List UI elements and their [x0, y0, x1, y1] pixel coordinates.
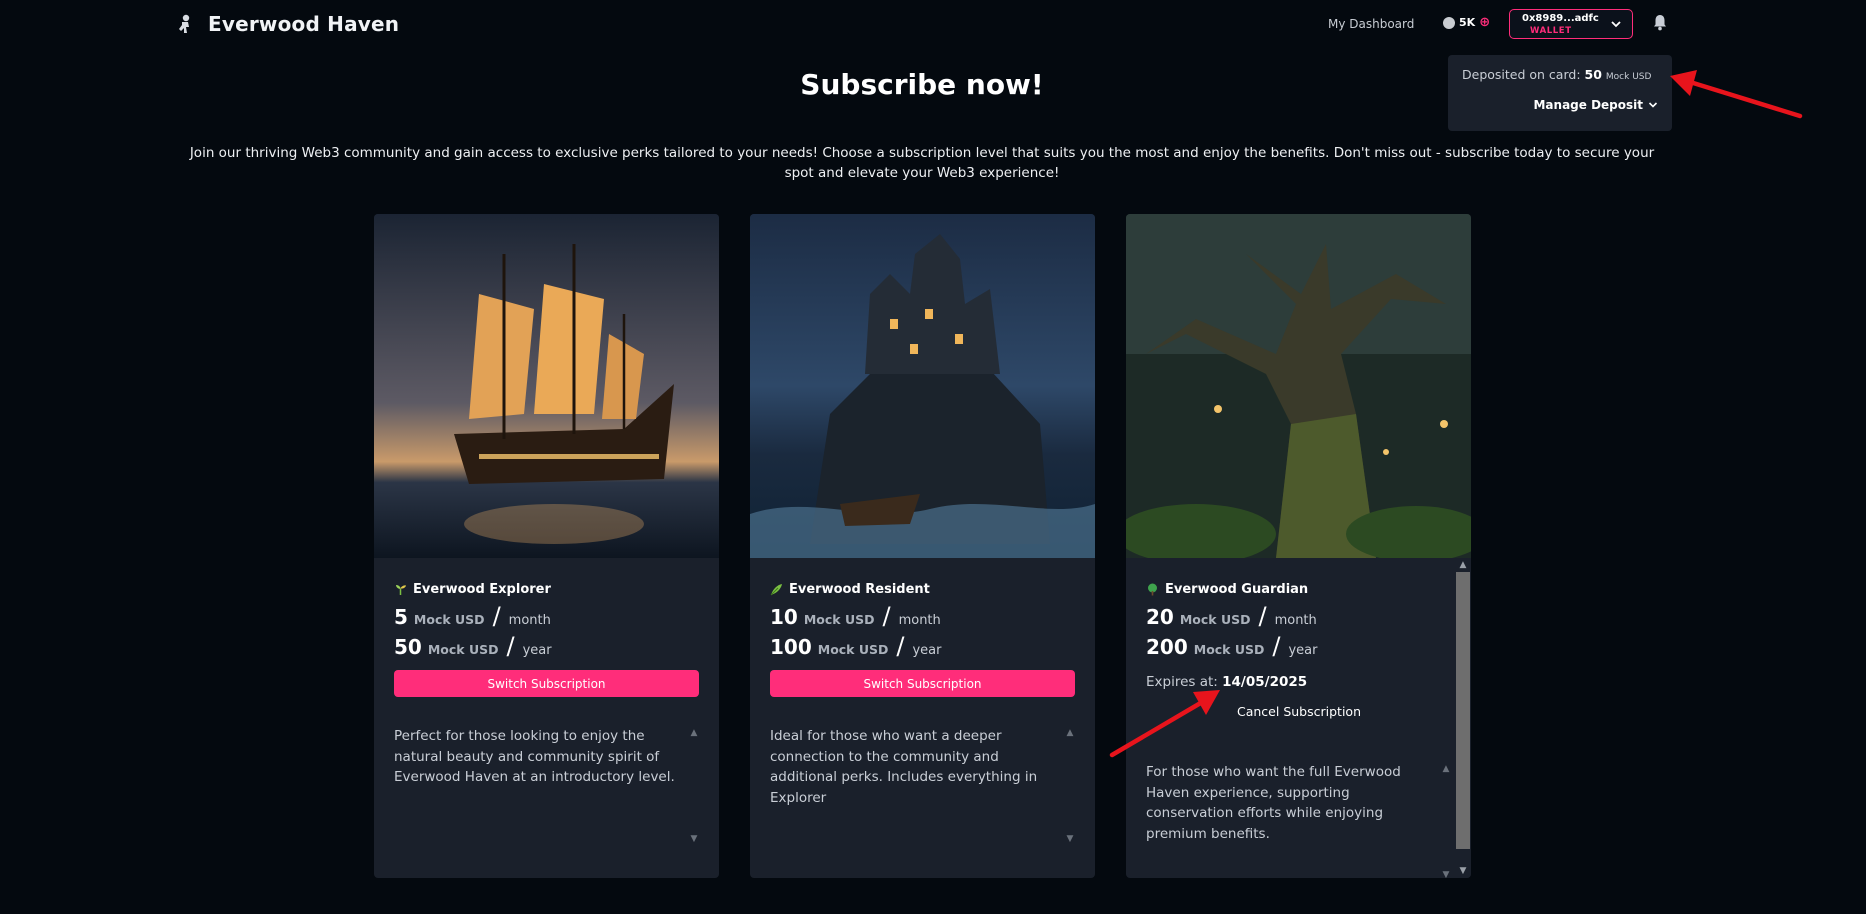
period-label: year — [912, 643, 942, 658]
description-scrollbar[interactable]: ▲ ▼ — [688, 726, 700, 846]
price-monthly: 20 Mock USD / month — [1146, 602, 1452, 630]
wallet-button[interactable]: 0x8989...adfc WALLET — [1509, 9, 1633, 39]
plan-card-guardian: Everwood Guardian 20 Mock USD / month 20… — [1126, 214, 1471, 878]
leaf-icon — [770, 583, 782, 595]
plan-description: Perfect for those looking to enjoy the n… — [394, 728, 675, 785]
plan-description: For those who want the full Everwood Hav… — [1146, 764, 1401, 842]
scroll-down-icon[interactable]: ▼ — [689, 834, 699, 844]
expires-date: 14/05/2025 — [1222, 674, 1308, 690]
coin-icon — [1443, 16, 1455, 29]
period-label: month — [508, 613, 551, 628]
scroll-down-icon[interactable]: ▼ — [1458, 866, 1468, 876]
plan-name: Everwood Resident — [789, 581, 930, 597]
yearly-price: 100 — [770, 635, 812, 659]
brand-title: Everwood Haven — [208, 12, 400, 36]
plan-description-box[interactable]: For those who want the full Everwood Hav… — [1146, 762, 1452, 878]
chevron-down-icon — [1648, 102, 1658, 108]
price-yearly: 50 Mock USD / year — [394, 632, 700, 660]
price-separator: / — [1258, 602, 1267, 630]
ship-image — [374, 214, 719, 558]
monthly-price: 10 — [770, 605, 798, 629]
price-unit: Mock USD — [1179, 612, 1251, 627]
plan-description-box[interactable]: Perfect for those looking to enjoy the n… — [394, 726, 700, 846]
wallet-label: WALLET — [1530, 26, 1572, 36]
points-value: 5K — [1459, 16, 1476, 29]
switch-subscription-button[interactable]: Switch Subscription — [770, 670, 1075, 697]
description-scrollbar[interactable]: ▲ ▼ — [1440, 762, 1452, 878]
wallet-address: 0x8989...adfc — [1522, 13, 1599, 24]
plan-card-explorer: Everwood Explorer 5 Mock USD / month 50 … — [374, 214, 719, 878]
plan-description-box[interactable]: Ideal for those who want a deeper connec… — [770, 726, 1076, 846]
price-unit: Mock USD — [427, 642, 499, 657]
plan-body: Everwood Guardian 20 Mock USD / month 20… — [1146, 580, 1452, 879]
price-unit: Mock USD — [1193, 642, 1265, 657]
scroll-down-icon[interactable]: ▼ — [1441, 870, 1451, 878]
scroll-up-icon[interactable]: ▲ — [1441, 764, 1451, 774]
astronaut-icon — [179, 14, 190, 33]
plan-name: Everwood Explorer — [413, 581, 551, 597]
price-yearly: 200 Mock USD / year — [1146, 632, 1452, 660]
castle-island-image — [750, 214, 1095, 558]
monthly-price: 5 — [394, 605, 408, 629]
plan-description: Ideal for those who want a deeper connec… — [770, 728, 1038, 806]
ancient-tree-image — [1126, 214, 1471, 558]
plan-body: Everwood Resident 10 Mock USD / month 10… — [770, 580, 1076, 844]
period-label: month — [1274, 613, 1317, 628]
price-unit: Mock USD — [817, 642, 889, 657]
description-scrollbar[interactable]: ▲ ▼ — [1064, 726, 1076, 846]
scroll-up-icon[interactable]: ▲ — [1065, 728, 1075, 738]
yearly-price: 50 — [394, 635, 422, 659]
scroll-up-icon[interactable]: ▲ — [689, 728, 699, 738]
points-balance[interactable]: 5K ⊕ — [1443, 16, 1490, 29]
expires-label: Expires at: — [1146, 674, 1218, 690]
bell-icon[interactable] — [1652, 14, 1668, 31]
switch-subscription-button[interactable]: Switch Subscription — [394, 670, 699, 697]
plan-body: Everwood Explorer 5 Mock USD / month 50 … — [394, 580, 700, 844]
plan-card-resident: Everwood Resident 10 Mock USD / month 10… — [750, 214, 1095, 878]
cancel-subscription-button[interactable]: Cancel Subscription — [1146, 704, 1452, 719]
plan-title: Everwood Resident — [770, 580, 1076, 598]
page-subtitle: Join our thriving Web3 community and gai… — [189, 145, 1655, 181]
price-yearly: 100 Mock USD / year — [770, 632, 1076, 660]
period-label: year — [1288, 643, 1318, 658]
page: Everwood Haven My Dashboard 5K ⊕ 0x8989.… — [0, 0, 1866, 914]
brand[interactable]: Everwood Haven — [176, 12, 399, 36]
price-separator: / — [492, 602, 501, 630]
price-separator: / — [882, 602, 891, 630]
price-unit: Mock USD — [413, 612, 485, 627]
expiry-info: Expires at: 14/05/2025 — [1146, 674, 1452, 690]
tree-icon — [1148, 583, 1157, 595]
card-scrollbar[interactable]: ▲ ▼ — [1454, 558, 1471, 878]
price-separator: / — [506, 632, 515, 660]
monthly-price: 20 — [1146, 605, 1174, 629]
price-monthly: 10 Mock USD / month — [770, 602, 1076, 630]
sprout-icon — [396, 584, 406, 595]
plan-title: Everwood Explorer — [394, 580, 700, 598]
yearly-price: 200 — [1146, 635, 1188, 659]
scroll-up-icon[interactable]: ▲ — [1458, 560, 1468, 570]
price-monthly: 5 Mock USD / month — [394, 602, 700, 630]
nav-my-dashboard[interactable]: My Dashboard — [1328, 17, 1414, 31]
period-label: year — [522, 643, 552, 658]
add-points-icon[interactable]: ⊕ — [1479, 16, 1490, 29]
scroll-down-icon[interactable]: ▼ — [1065, 834, 1075, 844]
chevron-down-icon — [1611, 21, 1621, 28]
period-label: month — [898, 613, 941, 628]
plan-title: Everwood Guardian — [1146, 580, 1452, 598]
top-navbar: Everwood Haven My Dashboard 5K ⊕ 0x8989.… — [0, 0, 1866, 50]
price-separator: / — [896, 632, 905, 660]
plan-name: Everwood Guardian — [1165, 581, 1309, 597]
price-unit: Mock USD — [803, 612, 875, 627]
price-separator: / — [1272, 632, 1281, 660]
page-title: Subscribe now! — [800, 68, 1044, 101]
scrollbar-thumb[interactable] — [1456, 572, 1470, 849]
